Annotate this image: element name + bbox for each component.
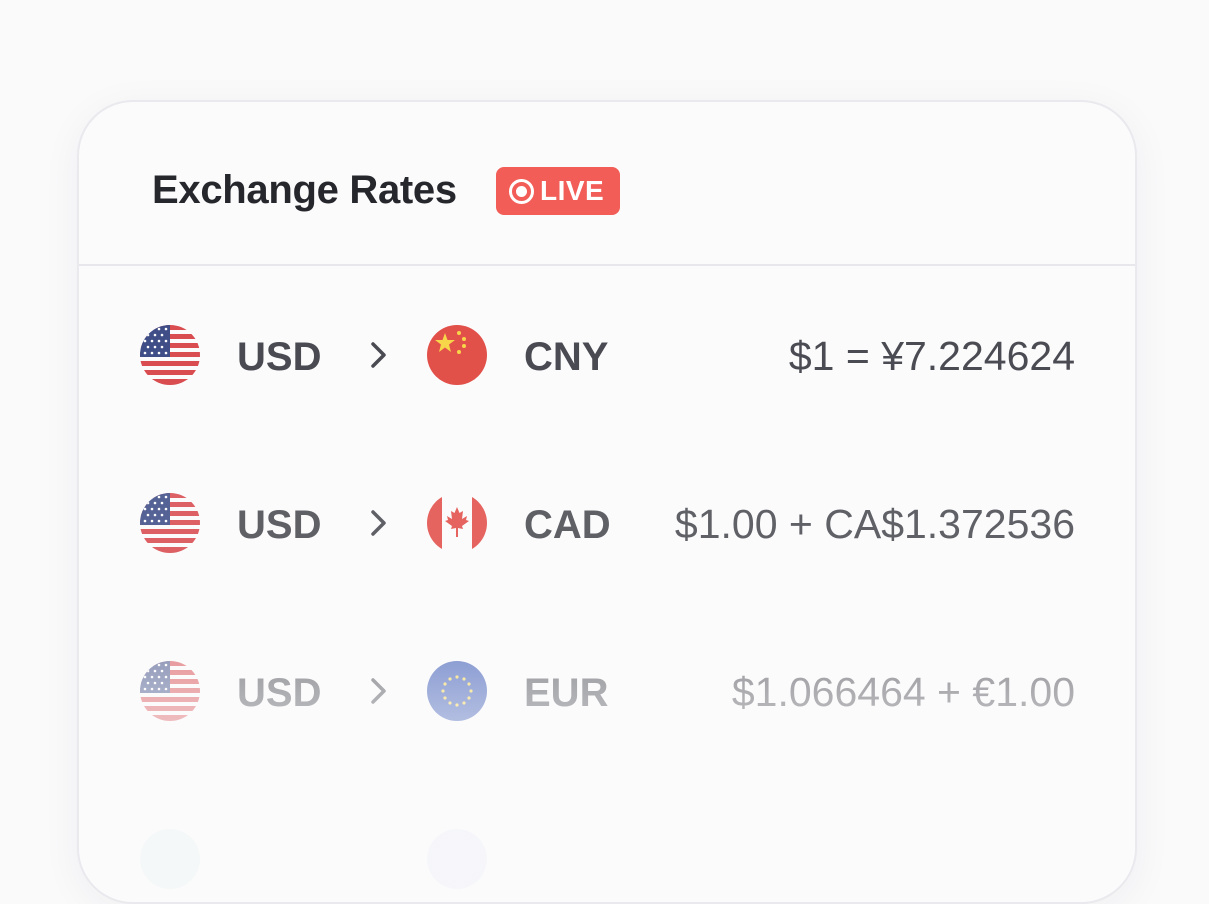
exchange-rate-value: $1.066464 + €1.00 xyxy=(731,669,1075,715)
cn-flag-icon xyxy=(427,325,487,385)
us-flag-icon xyxy=(140,493,200,553)
live-badge-label: LIVE xyxy=(540,175,605,206)
card-title: Exchange Rates xyxy=(152,168,457,212)
from-currency-code: USD xyxy=(237,503,322,547)
exchange-rate-value: $1 = ¥7.224624 xyxy=(788,333,1075,379)
from-currency-code: USD xyxy=(237,335,322,379)
eu-flag-icon xyxy=(427,661,487,721)
from-currency-code: USD xyxy=(237,671,322,715)
live-dot-icon xyxy=(509,178,534,204)
flag-icon xyxy=(427,829,487,889)
us-flag-icon xyxy=(140,661,200,721)
exchange-rates-card: Exchange Rates LIVE USD CNY $1 = ¥7.2246… xyxy=(77,100,1137,904)
chevron-right-icon xyxy=(371,678,386,704)
rate-row-usd-cad[interactable]: USD CAD $1.00 + CA$1.372536 xyxy=(79,478,1135,568)
ca-flag-icon xyxy=(427,493,487,553)
to-currency-code: CNY xyxy=(524,335,609,379)
chevron-right-icon xyxy=(371,342,386,368)
live-badge: LIVE xyxy=(496,167,620,215)
rate-row-usd-eur[interactable]: USD EUR $1.066464 + €1.00 xyxy=(79,646,1135,736)
flag-icon xyxy=(140,829,200,889)
card-header: Exchange Rates LIVE xyxy=(79,102,1135,266)
exchange-rate-value: $1.00 + CA$1.372536 xyxy=(674,501,1075,547)
rate-row-partial[interactable] xyxy=(79,814,1135,902)
to-currency-code: CAD xyxy=(524,503,611,547)
chevron-right-icon xyxy=(371,510,386,536)
to-currency-code: EUR xyxy=(524,671,609,715)
us-flag-icon xyxy=(140,325,200,385)
rate-row-usd-cny[interactable]: USD CNY $1 = ¥7.224624 xyxy=(79,310,1135,400)
